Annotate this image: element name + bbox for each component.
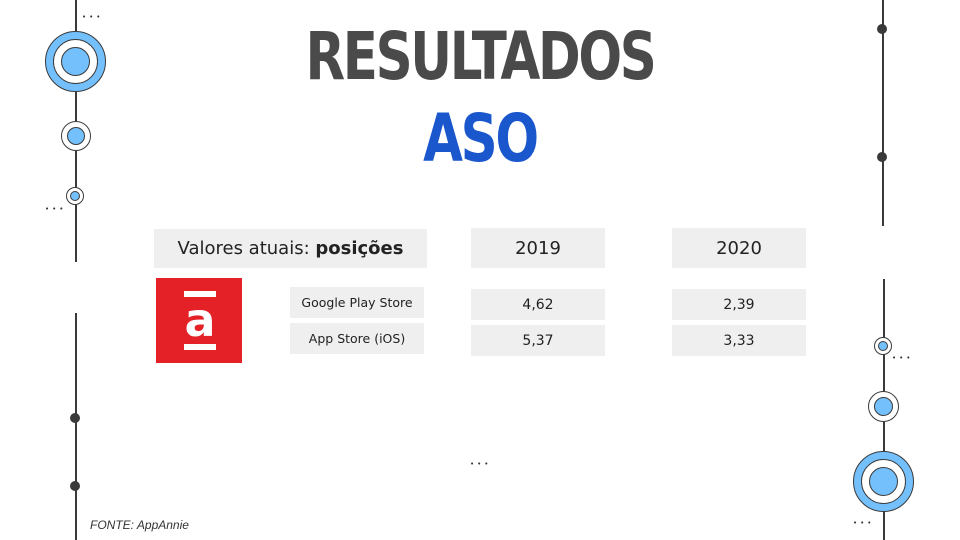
value-ios-2020: 3,33 bbox=[672, 325, 806, 356]
store-label-google-play: Google Play Store bbox=[290, 287, 424, 318]
ellipsis-icon: ••• bbox=[853, 519, 875, 527]
ellipsis-icon: ••• bbox=[82, 13, 104, 21]
ellipsis-icon: ••• bbox=[470, 460, 492, 468]
title-line-1: RESULTADOS bbox=[305, 18, 656, 95]
decor-dot bbox=[877, 152, 887, 162]
value-ios-2019: 5,37 bbox=[471, 325, 605, 356]
decor-line bbox=[75, 313, 77, 540]
year-header-2020: 2020 bbox=[672, 228, 806, 268]
header-label-prefix: Valores atuais: bbox=[177, 238, 316, 259]
value-google-2020: 2,39 bbox=[672, 289, 806, 320]
store-label-app-store: App Store (iOS) bbox=[290, 323, 424, 354]
title-line-2: ASO bbox=[423, 100, 539, 177]
table-header-label: Valores atuais: posições bbox=[154, 229, 427, 268]
year-header-2019: 2019 bbox=[471, 228, 605, 268]
decor-dot bbox=[877, 24, 887, 34]
appannie-logo-icon: a bbox=[156, 278, 242, 363]
decor-circle-large-inner bbox=[869, 467, 898, 496]
header-label-bold: posições bbox=[315, 238, 404, 259]
decor-circle-large-inner bbox=[61, 47, 90, 76]
decor-circle-medium-inner bbox=[67, 127, 85, 145]
decor-circle-small-inner bbox=[878, 341, 888, 351]
ellipsis-icon: ••• bbox=[892, 354, 914, 362]
decor-circle-small-inner bbox=[70, 191, 80, 201]
ellipsis-icon: ••• bbox=[45, 205, 67, 213]
decor-dot bbox=[70, 413, 80, 423]
value-google-2019: 4,62 bbox=[471, 289, 605, 320]
decor-circle-medium-inner bbox=[874, 397, 893, 416]
decor-dot bbox=[70, 481, 80, 491]
source-note: FONTE: AppAnnie bbox=[90, 518, 189, 532]
